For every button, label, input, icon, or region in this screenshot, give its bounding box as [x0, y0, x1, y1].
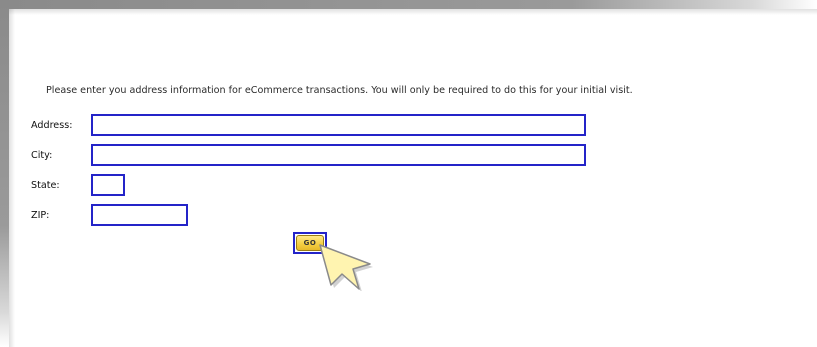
address-label: Address:: [31, 120, 73, 131]
address-input[interactable]: [91, 114, 586, 136]
zip-input[interactable]: [91, 204, 188, 226]
arrow-pointer-icon: [319, 244, 373, 291]
state-input[interactable]: [91, 174, 125, 196]
address-form: Please enter you address information for…: [0, 0, 817, 347]
zip-label: ZIP:: [31, 210, 50, 221]
state-label: State:: [31, 180, 60, 191]
city-input[interactable]: [91, 144, 586, 166]
intro-text: Please enter you address information for…: [46, 85, 633, 96]
city-label: City:: [31, 150, 53, 161]
